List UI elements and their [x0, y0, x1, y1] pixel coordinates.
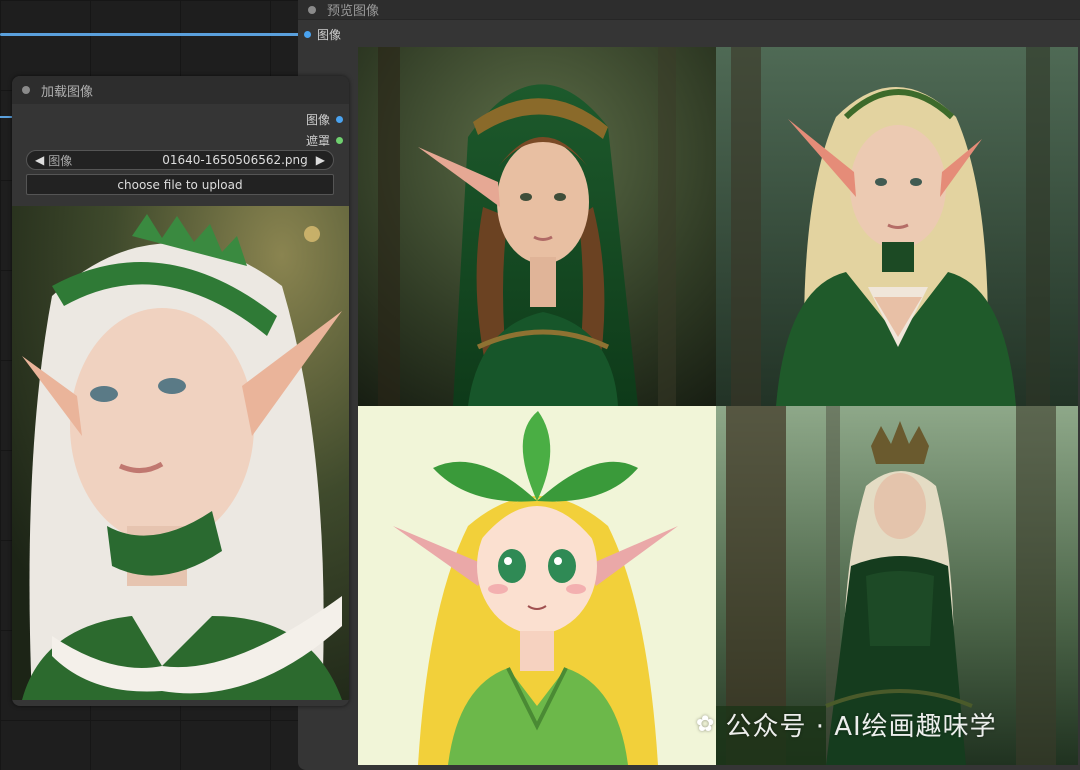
- arrow-right-icon[interactable]: ▶: [316, 153, 325, 167]
- load-image-node[interactable]: 加载图像 图像 遮罩 ◀ 图像 01640-1650506562.png ▶ c…: [12, 76, 349, 706]
- image-select-value: 01640-1650506562.png: [162, 153, 308, 167]
- output-mask[interactable]: 遮罩: [306, 132, 343, 149]
- link-wire-stub: [0, 116, 12, 118]
- preview-node-title-bar[interactable]: 预览图像: [298, 0, 1080, 20]
- preview-input-image[interactable]: 图像: [304, 26, 341, 43]
- load-node-title-bar[interactable]: 加载图像: [12, 76, 349, 104]
- image-link-wire: [0, 33, 300, 36]
- node-collapse-dot[interactable]: [22, 86, 30, 94]
- image-select-combo[interactable]: ◀ 图像 01640-1650506562.png ▶: [26, 150, 334, 170]
- wechat-icon: ✿: [696, 712, 716, 737]
- preview-input-label: 图像: [317, 28, 342, 42]
- image-select-label: 图像: [48, 153, 73, 168]
- load-node-title: 加载图像: [41, 84, 94, 100]
- preview-image-3[interactable]: [358, 406, 716, 765]
- watermark-text: 公众号 · AI绘画趣味学: [725, 712, 997, 742]
- preview-image-2[interactable]: [716, 47, 1078, 406]
- preview-image-grid: [358, 47, 1078, 765]
- watermark: ✿ 公众号 · AI绘画趣味学: [696, 706, 997, 743]
- input-port-dot-icon[interactable]: [304, 31, 311, 38]
- output-port-dot-icon[interactable]: [336, 137, 343, 144]
- upload-button[interactable]: choose file to upload: [26, 174, 334, 195]
- preview-image-node[interactable]: 预览图像 图像: [298, 0, 1080, 770]
- preview-node-title: 预览图像: [327, 4, 380, 19]
- node-collapse-dot[interactable]: [308, 5, 316, 14]
- preview-image-1[interactable]: [358, 47, 716, 406]
- output-label-mask: 遮罩: [305, 134, 330, 148]
- arrow-left-icon[interactable]: ◀: [35, 153, 44, 167]
- output-label-image: 图像: [305, 113, 330, 127]
- loaded-image-preview: [12, 206, 349, 700]
- output-image[interactable]: 图像: [306, 111, 343, 128]
- output-port-dot-icon[interactable]: [336, 116, 343, 123]
